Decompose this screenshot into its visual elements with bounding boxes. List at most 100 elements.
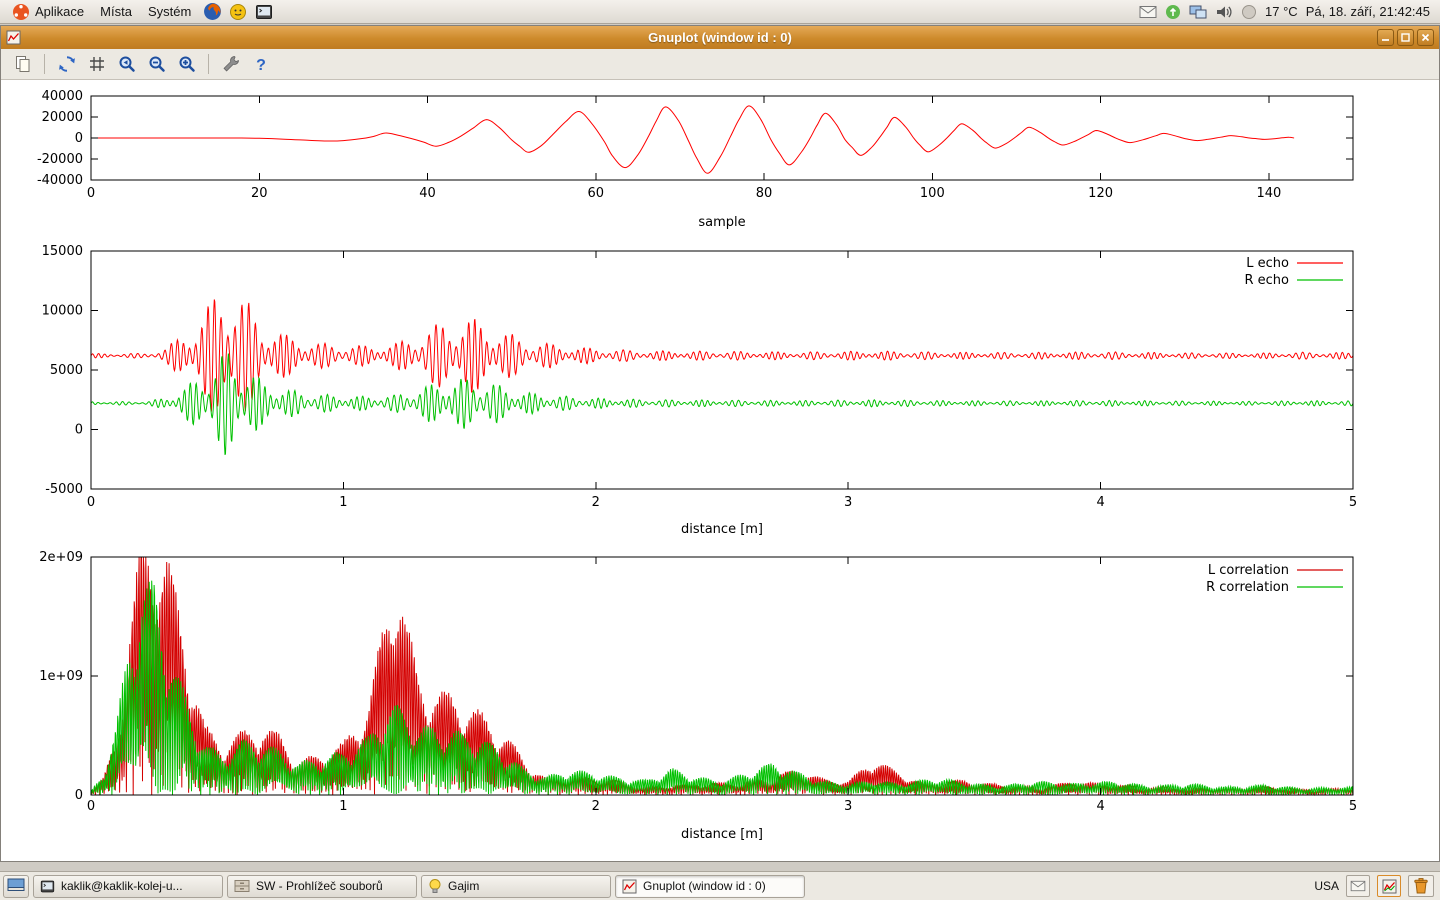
chart-text: 4 [1096,799,1104,814]
chart-text: 2 [592,799,600,814]
gnuplot-tray-icon [1382,879,1397,894]
taskbar: kaklik@kaklik-kolej-u... SW - Prohlížeč … [0,871,1440,900]
mail-notification-icon[interactable] [1139,5,1157,19]
series-r-echo [91,354,1353,455]
network-icon[interactable] [1189,4,1207,20]
taskbar-window-terminal[interactable]: kaklik@kaklik-kolej-u... [33,875,223,898]
taskbar-window-label: kaklik@kaklik-kolej-u... [61,879,183,893]
chart-text: 40 [419,186,436,201]
titlebar[interactable]: Gnuplot (window id : 0) [1,26,1439,49]
chart-text: L echo [1246,256,1289,271]
plot-border [91,96,1353,180]
echo-chart: 012345-5000050001000015000distance [m]L … [1,240,1440,548]
taskbar-window-label: Gnuplot (window id : 0) [643,879,766,893]
keyboard-layout-indicator[interactable]: USA [1314,879,1339,893]
updates-icon[interactable] [1165,4,1181,20]
chart-text: L correlation [1208,563,1289,578]
chart-text: R correlation [1206,580,1289,595]
chart-text: R echo [1244,273,1289,288]
menu-label-system: Systém [148,4,191,19]
window-icon [6,30,21,45]
chart-text: 120 [1088,186,1113,201]
window-title: Gnuplot (window id : 0) [1,30,1439,45]
chart-text: 3 [844,799,852,814]
chart-text: 60 [588,186,605,201]
chart-text: 1 [339,799,347,814]
help-button[interactable]: ? [248,52,273,77]
taskbar-tray: USA [1314,875,1437,897]
gajim-icon [428,878,442,894]
refresh-icon [57,54,77,74]
chart-text: 0 [75,131,83,146]
chart-text: 0 [75,423,83,438]
wrench-icon [221,54,241,74]
close-button[interactable] [1417,29,1434,46]
chart-text: 40000 [42,89,83,104]
panel-status-area: 17 °C Pá, 18. září, 21:42:45 [1139,4,1436,20]
taskbar-window-gajim[interactable]: Gajim [421,875,611,898]
toolbar-separator [44,54,45,74]
zoom-out-button[interactable] [144,52,169,77]
chart-text: 100 [920,186,945,201]
grid-icon [87,54,107,74]
zoom-out-icon [147,54,167,74]
terminal-icon [40,879,55,894]
show-desktop-button[interactable] [3,875,29,898]
chart-text: 0 [87,495,95,510]
menu-applications[interactable]: Aplikace [4,1,92,23]
taskbar-window-gnuplot[interactable]: Gnuplot (window id : 0) [615,875,805,898]
chart-text: 0 [87,799,95,814]
terminal-launcher-icon[interactable] [253,1,275,23]
maximize-button[interactable] [1397,29,1414,46]
toolbar: ? [1,49,1439,80]
chart-text: 3 [844,495,852,510]
chart-text: 20000 [42,110,83,125]
taskbar-window-label: SW - Prohlížeč souborů [256,879,383,893]
minimize-button[interactable] [1377,29,1394,46]
plot-border [91,251,1353,489]
chart-text: 80 [756,186,773,201]
chart-text: 0 [87,186,95,201]
chart-text: 10000 [42,304,83,319]
weather-icon[interactable] [1241,4,1257,20]
correlation-chart: 01234501e+092e+09distance [m]L correlati… [1,548,1440,861]
chart-text: 5000 [50,363,83,378]
panel-menus: Aplikace Místa Systém [4,1,277,23]
menu-system[interactable]: Systém [140,2,199,21]
replot-button[interactable] [54,52,79,77]
chart-text: 0 [75,788,83,803]
zoom-in-icon [177,54,197,74]
menu-label-applications: Aplikace [35,4,84,19]
ubuntu-logo-icon [12,3,30,21]
mail-tray-button[interactable] [1346,875,1370,897]
menu-places[interactable]: Místa [92,2,140,21]
firefox-launcher-icon[interactable] [201,1,223,23]
configure-button[interactable] [218,52,243,77]
chart-text: -20000 [37,152,83,167]
trash-button[interactable] [1408,875,1434,897]
temperature-label[interactable]: 17 °C [1265,4,1298,19]
chart-text: distance [m] [681,827,763,842]
plot-area: 020406080100120140-40000-200000200004000… [1,80,1439,861]
toggle-grid-button[interactable] [84,52,109,77]
chart-text: 5 [1349,495,1357,510]
chart-text: 2e+09 [39,550,83,565]
chart-text: sample [698,215,745,230]
zoom-in-button[interactable] [174,52,199,77]
chart-text: 4 [1096,495,1104,510]
top-panel: Aplikace Místa Systém 17 °C [0,0,1440,24]
chart-text: 1e+09 [39,669,83,684]
gnuplot-tray-button[interactable] [1377,875,1401,897]
zoom-previous-button[interactable] [114,52,139,77]
chat-launcher-icon[interactable] [227,1,249,23]
clock-label[interactable]: Pá, 18. září, 21:42:45 [1306,4,1430,19]
zoom-previous-icon [117,54,137,74]
series-l-echo [91,300,1353,412]
taskbar-window-file-manager[interactable]: SW - Prohlížeč souborů [227,875,417,898]
waveform-chart: 020406080100120140-40000-200000200004000… [1,80,1440,240]
gnuplot-window: Gnuplot (window id : 0) [0,25,1440,862]
gnuplot-icon [622,879,637,894]
volume-icon[interactable] [1215,4,1233,20]
chart-text: distance [m] [681,522,763,537]
copy-to-clipboard-button[interactable] [10,52,35,77]
